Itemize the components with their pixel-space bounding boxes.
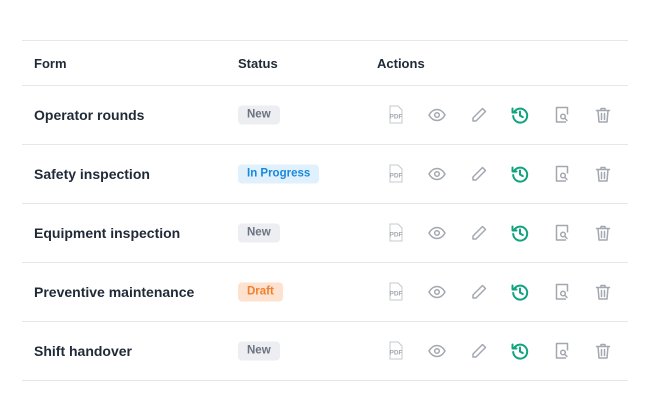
table-row: Safety inspection In Progress PDF [22,145,628,204]
history-icon[interactable] [510,105,530,125]
forms-table: Form Status Actions Operator rounds New … [22,40,628,381]
trash-icon[interactable] [593,341,613,361]
table-row: Preventive maintenance Draft PDF [22,263,628,322]
status-badge: Draft [238,282,283,302]
svg-text:PDF: PDF [390,291,403,298]
form-name: Equipment inspection [34,225,181,241]
pdf-icon[interactable]: PDF [386,282,406,302]
table-row: Operator rounds New PDF [22,86,628,145]
column-header-form: Form [34,56,67,71]
eye-icon[interactable] [427,282,447,302]
status-badge: In Progress [238,164,320,184]
pencil-icon[interactable] [469,105,489,125]
history-icon[interactable] [510,341,530,361]
column-header-actions: Actions [377,56,425,71]
pdf-icon[interactable]: PDF [386,223,406,243]
pencil-icon[interactable] [469,223,489,243]
svg-text:PDF: PDF [390,350,403,357]
status-badge: New [238,341,280,361]
svg-text:PDF: PDF [390,114,403,121]
eye-icon[interactable] [427,164,447,184]
document-search-icon[interactable] [552,223,572,243]
form-name: Shift handover [34,343,133,359]
pdf-icon[interactable]: PDF [386,164,406,184]
eye-icon[interactable] [427,341,447,361]
document-search-icon[interactable] [552,105,572,125]
document-search-icon[interactable] [552,341,572,361]
status-badge: New [238,105,280,125]
form-name: Preventive maintenance [34,284,195,300]
table-header: Form Status Actions [22,40,628,86]
status-badge: New [238,223,280,243]
svg-text:PDF: PDF [390,173,403,180]
pencil-icon[interactable] [469,164,489,184]
eye-icon[interactable] [427,223,447,243]
eye-icon[interactable] [427,105,447,125]
pencil-icon[interactable] [469,341,489,361]
history-icon[interactable] [510,223,530,243]
trash-icon[interactable] [593,164,613,184]
form-name: Operator rounds [34,107,145,123]
pdf-icon[interactable]: PDF [386,105,406,125]
pencil-icon[interactable] [469,282,489,302]
trash-icon[interactable] [593,105,613,125]
column-header-status: Status [238,56,278,71]
history-icon[interactable] [510,164,530,184]
trash-icon[interactable] [593,223,613,243]
form-name: Safety inspection [34,166,150,182]
trash-icon[interactable] [593,282,613,302]
table-row: Shift handover New PDF [22,322,628,381]
history-icon[interactable] [510,282,530,302]
document-search-icon[interactable] [552,164,572,184]
pdf-icon[interactable]: PDF [386,341,406,361]
svg-text:PDF: PDF [390,232,403,239]
table-row: Equipment inspection New PDF [22,204,628,263]
document-search-icon[interactable] [552,282,572,302]
